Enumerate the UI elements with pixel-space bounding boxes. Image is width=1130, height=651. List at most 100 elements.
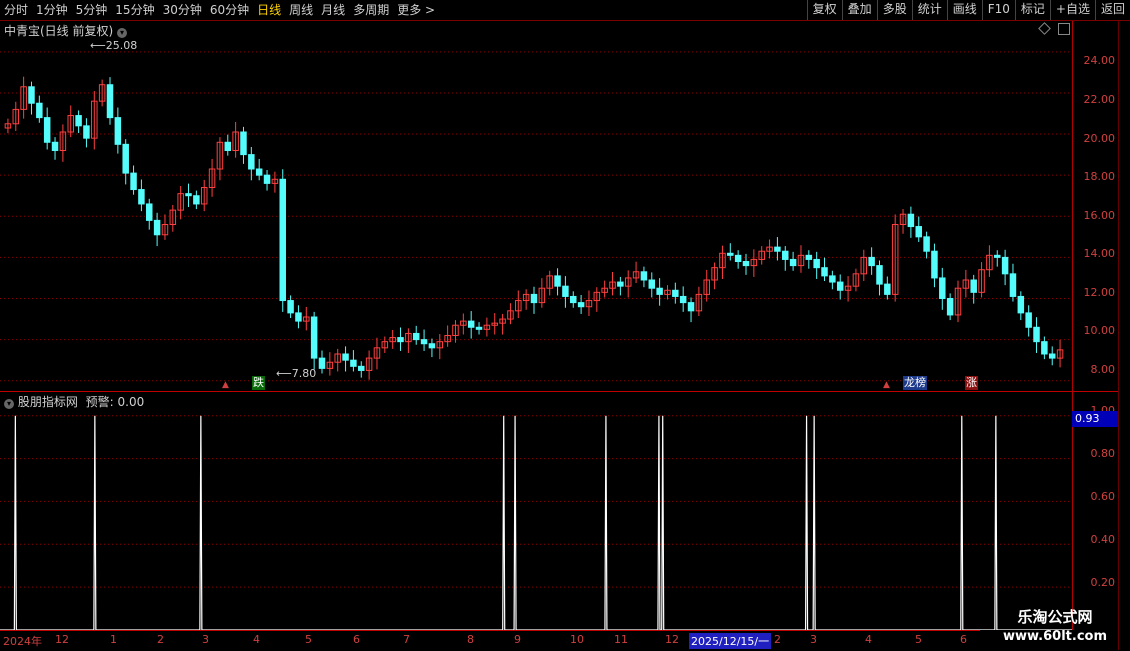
candle-body <box>789 258 797 267</box>
tab-60min[interactable]: 60分钟 <box>206 0 253 20</box>
stats-button[interactable]: 统计 <box>911 0 947 20</box>
indicator-line <box>0 415 1072 630</box>
add-watchlist-button[interactable]: +自选 <box>1049 0 1095 20</box>
candle-body <box>1001 256 1009 275</box>
multi-stock-button[interactable]: 多股 <box>876 0 912 20</box>
overlay-button[interactable]: 叠加 <box>841 0 877 20</box>
tab-intraday[interactable]: 分时 <box>0 0 32 20</box>
candle-body <box>915 226 922 238</box>
tab-1min[interactable]: 1分钟 <box>32 0 72 20</box>
watermark: 乐淘公式网 www.60lt.com <box>980 606 1130 650</box>
indicator-chart[interactable] <box>0 405 1072 630</box>
adjust-button[interactable]: 复权 <box>806 0 842 20</box>
arrow-up-icon: ▲ <box>883 380 890 390</box>
candle-body <box>295 312 302 322</box>
candle-body <box>868 256 875 267</box>
chevron-down-icon[interactable]: ▾ <box>117 28 128 38</box>
candle-body <box>1009 273 1017 297</box>
candle-body <box>428 343 436 349</box>
candle-body <box>884 283 891 295</box>
candle-body <box>475 326 483 330</box>
price-tick: 24.00 <box>1083 54 1116 67</box>
candle-body <box>939 277 946 300</box>
date-label: 7 <box>403 633 410 646</box>
tab-more[interactable]: 更多 > <box>393 0 439 20</box>
back-button[interactable]: 返回 <box>1094 0 1130 20</box>
candle-body <box>570 295 577 304</box>
indicator-tick: 0.20 <box>1090 576 1116 589</box>
down-tag[interactable]: 跌 <box>252 376 265 390</box>
tab-weekly[interactable]: 周线 <box>285 0 317 20</box>
candle-body <box>397 337 404 343</box>
candle-body <box>640 271 648 281</box>
candle-body <box>310 316 318 359</box>
indicator-current-value: 0.93 <box>1072 411 1118 427</box>
candle-body <box>130 172 137 191</box>
watermark-title: 乐淘公式网 <box>1017 608 1093 626</box>
candle-body <box>350 359 357 367</box>
candle-body <box>821 267 828 277</box>
candle-body <box>412 332 420 341</box>
arrow-up-icon: ▲ <box>222 380 229 390</box>
candle-body <box>185 193 192 197</box>
candle-body <box>907 213 915 228</box>
price-axis: 24.00 22.00 20.00 18.00 16.00 14.00 12.0… <box>1072 21 1119 391</box>
candle-body <box>75 115 82 127</box>
price-tick: 8.00 <box>1090 363 1116 376</box>
date-label: 1 <box>110 633 117 646</box>
date-label: 9 <box>514 633 521 646</box>
candle-body <box>562 285 569 297</box>
candle-body <box>1017 295 1025 314</box>
candle-body <box>813 258 820 269</box>
date-label: 12 <box>55 633 69 646</box>
candle-body <box>240 131 247 156</box>
draw-line-button[interactable]: 画线 <box>946 0 982 20</box>
candle-body <box>51 141 59 152</box>
tab-15min[interactable]: 15分钟 <box>111 0 158 20</box>
toolbar-buttons: 复权 叠加 多股 统计 画线 F10 标记 +自选 返回 <box>806 0 1130 20</box>
candle-body <box>146 203 153 221</box>
indicator-tick: 0.40 <box>1090 533 1116 546</box>
candle-body <box>577 302 585 308</box>
tab-5min[interactable]: 5分钟 <box>72 0 112 20</box>
date-label: 2 <box>157 633 164 646</box>
date-label: 3 <box>810 633 817 646</box>
candle-body <box>114 117 122 145</box>
tab-multi-period[interactable]: 多周期 <box>349 0 393 20</box>
mark-button[interactable]: 标记 <box>1014 0 1050 20</box>
cursor-date-label: 2025/12/15/一 <box>689 633 772 649</box>
candle-body <box>1048 353 1056 359</box>
price-tick: 22.00 <box>1083 93 1116 106</box>
candle-body <box>931 250 938 279</box>
date-label: 2 <box>774 633 781 646</box>
stock-name-label: 中青宝(日线 前复权) <box>4 24 114 38</box>
price-tick: 16.00 <box>1083 209 1116 222</box>
up-tag[interactable]: 涨 <box>965 376 978 390</box>
date-label: 5 <box>915 633 922 646</box>
candle-body <box>263 174 271 184</box>
price-tick: 10.00 <box>1083 324 1116 337</box>
f10-button[interactable]: F10 <box>981 0 1015 20</box>
candle-body <box>782 250 789 260</box>
panel-divider[interactable] <box>0 391 1118 392</box>
tab-monthly[interactable]: 月线 <box>317 0 349 20</box>
candle-body <box>679 295 687 304</box>
candle-body <box>342 353 349 361</box>
panel-toggle-icon[interactable] <box>1058 23 1070 35</box>
period-toolbar: 分时 1分钟 5分钟 15分钟 30分钟 60分钟 日线 周线 月线 多周期 更… <box>0 0 1130 21</box>
tab-30min[interactable]: 30分钟 <box>159 0 206 20</box>
date-label: 5 <box>305 633 312 646</box>
candle-body <box>153 219 161 236</box>
candlestick-chart[interactable] <box>0 21 1072 391</box>
candle-body <box>28 86 35 104</box>
date-label: 4 <box>865 633 872 646</box>
candle-body <box>467 320 475 328</box>
date-axis: 2024年 12 1 2 3 4 5 6 7 8 9 10 11 12 2025… <box>0 630 980 651</box>
candle-body <box>687 302 695 312</box>
lhb-tag[interactable]: 龙榜 <box>903 376 927 390</box>
candle-body <box>138 189 145 205</box>
candle-body <box>36 102 43 119</box>
date-label: 12 <box>665 633 679 646</box>
date-label: 2024年 <box>3 635 42 648</box>
tab-daily[interactable]: 日线 <box>253 0 285 20</box>
